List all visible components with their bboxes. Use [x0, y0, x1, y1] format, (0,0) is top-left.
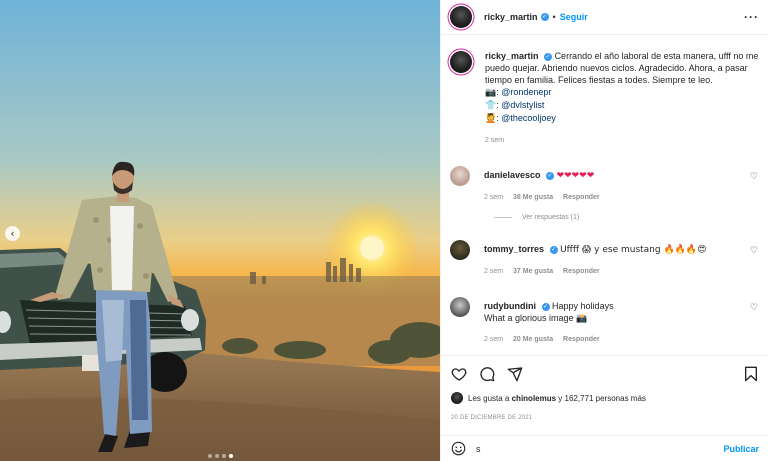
credit-mention[interactable]: @thecooljoey: [501, 113, 556, 123]
credit-separator: :: [496, 87, 499, 97]
caption-meta: 2 sem: [485, 135, 760, 147]
carousel-dot-active[interactable]: [228, 454, 233, 458]
reply-button[interactable]: Responder: [563, 268, 600, 275]
comment-meta: 2 sem 20 Me gusta Responder: [484, 334, 744, 346]
reply-button[interactable]: Responder: [563, 336, 600, 343]
comment-time[interactable]: 2 sem: [484, 268, 503, 275]
comment-likes[interactable]: 37 Me gusta: [513, 268, 553, 275]
caption-username[interactable]: ricky_martin: [485, 51, 539, 61]
credit-mention[interactable]: @dvlstylist: [501, 100, 544, 110]
comment-body: danielavesco ✓ ❤❤❤❤❤ 2 sem 38 Me gusta R…: [484, 169, 744, 204]
carousel-dot[interactable]: [221, 454, 226, 458]
likes-summary: Les gusta a chinolemus y 162,771 persona…: [451, 392, 759, 404]
comment-time[interactable]: 2 sem: [484, 194, 503, 201]
comment-text: Uffff 😱 y ese mustang 🔥🔥🔥😍: [560, 245, 707, 255]
comment-likes[interactable]: 20 Me gusta: [513, 336, 553, 343]
post-date[interactable]: 20 DE DICIEMBRE DE 2021: [451, 415, 759, 421]
shirt-icon: 👕: [485, 101, 497, 111]
comment: tommy_torres ✓ Uffff 😱 y ese mustang 🔥🔥🔥…: [450, 240, 760, 278]
credit-line: 👕: @dvlstylist: [485, 99, 760, 112]
comment: rudybundini ✓ Happy holidays What a glor…: [450, 297, 760, 346]
post-header: ricky_martin ✓ • Seguir ···: [441, 0, 768, 35]
likes-prefix: Les gusta a: [468, 393, 510, 403]
credit-line: 📷: @rondenepr: [485, 86, 760, 99]
commenter-username[interactable]: tommy_torres: [484, 244, 544, 254]
comments-list[interactable]: ricky_martin ✓ Cerrando el año laboral d…: [441, 36, 768, 354]
verified-icon: ✓: [549, 245, 558, 254]
replies-line: [494, 217, 512, 218]
credit-line: 💆: @thecooljoey: [485, 112, 760, 125]
post-side-panel: ricky_martin ✓ • Seguir ··· ricky_martin…: [440, 0, 768, 461]
credit-mention[interactable]: @rondenepr: [501, 87, 551, 97]
sunset-photo: [0, 0, 440, 461]
verified-icon: ✓: [540, 13, 549, 21]
author-avatar[interactable]: [450, 6, 472, 28]
emoji-icon[interactable]: [451, 441, 466, 456]
comment-text-line2: What a glorious image 📸: [484, 313, 588, 323]
comment-time[interactable]: 2 sem: [484, 336, 503, 343]
author-username[interactable]: ricky_martin: [484, 12, 538, 22]
comment: danielavesco ✓ ❤❤❤❤❤ 2 sem 38 Me gusta R…: [450, 166, 760, 204]
commenter-username[interactable]: danielavesco: [484, 170, 541, 180]
liker-avatar[interactable]: [451, 392, 463, 404]
view-replies-label: Ver respuestas (1): [522, 214, 580, 221]
view-replies-button[interactable]: Ver respuestas (1): [494, 214, 760, 221]
follow-button[interactable]: Seguir: [560, 12, 588, 22]
header-separator: •: [552, 12, 556, 22]
caption-body: ricky_martin ✓ Cerrando el año laboral d…: [485, 50, 760, 147]
commenter-username[interactable]: rudybundini: [484, 301, 536, 311]
prev-photo-button[interactable]: ‹: [5, 226, 20, 241]
heart-icon[interactable]: ♡: [750, 246, 758, 256]
credit-separator: :: [496, 100, 499, 110]
post-actions: Les gusta a chinolemus y 162,771 persona…: [441, 355, 768, 435]
like-heart-icon[interactable]: [451, 366, 467, 382]
comment-icon[interactable]: [479, 366, 495, 382]
share-icon[interactable]: [507, 366, 523, 382]
camera-icon: 📷: [485, 88, 497, 98]
more-options-icon[interactable]: ···: [744, 10, 759, 24]
comment-text: ❤❤❤❤❤: [556, 171, 595, 181]
haircut-icon: 💆: [485, 114, 497, 124]
comment-meta: 2 sem 37 Me gusta Responder: [484, 266, 744, 278]
commenter-avatar[interactable]: [450, 166, 470, 186]
liker-username[interactable]: chinolemus: [512, 394, 556, 403]
likes-count[interactable]: y 162,771 personas más: [558, 394, 646, 403]
post-modal: ‹ ricky_martin ✓ • Seguir ··· ricky_mart…: [0, 0, 768, 461]
verified-icon: ✓: [544, 52, 553, 61]
commenter-avatar[interactable]: [450, 297, 470, 317]
heart-icon[interactable]: ♡: [750, 172, 758, 182]
comment-meta: 2 sem 38 Me gusta Responder: [484, 192, 744, 204]
caption: ricky_martin ✓ Cerrando el año laboral d…: [450, 36, 760, 147]
author-avatar[interactable]: [450, 51, 472, 73]
comment-body: tommy_torres ✓ Uffff 😱 y ese mustang 🔥🔥🔥…: [484, 243, 744, 278]
verified-icon: ✓: [541, 302, 550, 311]
carousel-dots: [0, 454, 440, 458]
action-icons: [451, 356, 759, 392]
caption-time[interactable]: 2 sem: [485, 137, 504, 144]
carousel-dot[interactable]: [207, 454, 212, 458]
comment-body: rudybundini ✓ Happy holidays What a glor…: [484, 300, 744, 346]
comment-text: Happy holidays: [552, 301, 614, 311]
post-photo[interactable]: ‹: [0, 0, 440, 461]
commenter-avatar[interactable]: [450, 240, 470, 260]
comment-input[interactable]: [476, 443, 724, 454]
comment-likes[interactable]: 38 Me gusta: [513, 194, 553, 201]
bookmark-icon[interactable]: [743, 366, 759, 382]
heart-icon[interactable]: ♡: [750, 303, 758, 313]
carousel-dot[interactable]: [214, 454, 219, 458]
publish-button[interactable]: Publicar: [723, 444, 759, 454]
verified-icon: ✓: [546, 171, 555, 180]
reply-button[interactable]: Responder: [563, 194, 600, 201]
credit-separator: :: [496, 113, 499, 123]
comment-composer: Publicar: [441, 435, 768, 461]
